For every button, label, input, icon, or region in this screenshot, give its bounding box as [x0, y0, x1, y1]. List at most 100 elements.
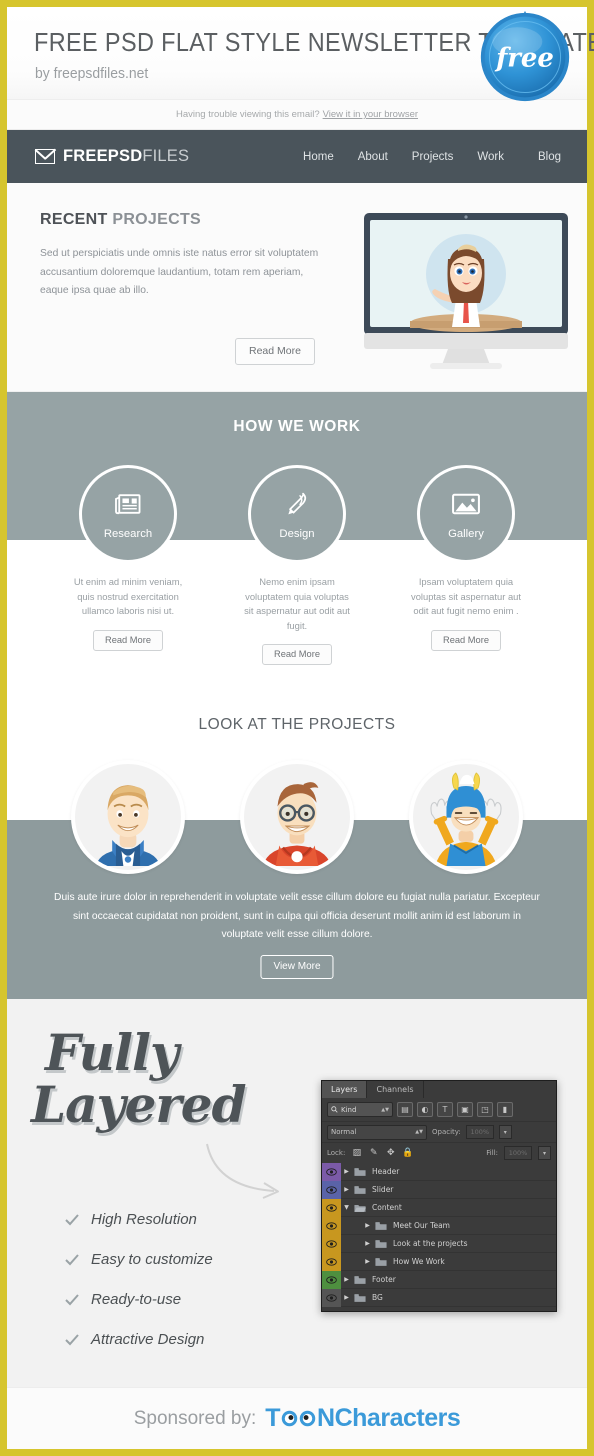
feature-label: Ready-to-use [91, 1290, 182, 1308]
tab-channels[interactable]: Channels [367, 1081, 424, 1098]
filter-kind-select[interactable]: Kind ▲▼ [327, 1102, 393, 1117]
layer-visibility-icon[interactable] [322, 1270, 341, 1289]
fully-layered-line1: Fully [45, 1023, 179, 1082]
free-badge-text: free [494, 44, 554, 74]
table-row[interactable]: ▶ How We Work [322, 1252, 556, 1271]
layer-visibility-icon[interactable] [322, 1162, 341, 1181]
view-in-browser-link[interactable]: View it in your browser [323, 109, 418, 120]
research-read-more-button[interactable]: Read More [93, 629, 163, 651]
red-superhero-glasses-avatar[interactable] [240, 760, 354, 874]
chevron-down-icon[interactable]: ▼ [341, 1204, 352, 1211]
type-layer-filter-icon[interactable]: T [437, 1102, 453, 1117]
check-icon [65, 1213, 79, 1226]
design-read-more-button[interactable]: Read More [262, 644, 332, 665]
nav-item-home[interactable]: Home [303, 151, 334, 163]
search-icon [331, 1106, 338, 1113]
folder-icon [373, 1257, 388, 1267]
smart-object-filter-icon[interactable]: ◳ [477, 1102, 493, 1117]
feature-label: High Resolution [91, 1210, 197, 1228]
newsletter-page: FREE PSD FLAT STYLE NEWSLETTER TEMPLATE … [0, 0, 594, 1456]
chevron-right-icon[interactable]: ▶ [341, 1168, 352, 1175]
opacity-stepper[interactable]: ▾ [498, 1125, 512, 1139]
blue-superhero-avatar[interactable] [71, 760, 185, 874]
filter-toggle-icon[interactable]: ▮ [497, 1102, 513, 1117]
blend-mode-select[interactable]: Normal ▲▼ [327, 1124, 427, 1140]
site-logo[interactable]: FREEPSDFILES [35, 147, 189, 166]
pixel-layer-filter-icon[interactable]: ▤ [397, 1102, 413, 1117]
how-we-work-section: HOW WE WORK Research Ut enim ad minim ve… [7, 392, 587, 687]
nav-item-blog[interactable]: Blog [538, 151, 561, 163]
design-circle[interactable]: Design [248, 465, 346, 563]
feature-item: High Resolution [65, 1199, 213, 1239]
sponsor-logo-t: T [265, 1404, 281, 1432]
layer-name: Footer [372, 1275, 396, 1284]
adjustment-layer-filter-icon[interactable]: ◐ [417, 1102, 433, 1117]
research-circle[interactable]: Research [79, 465, 177, 563]
chevron-right-icon[interactable]: ▶ [341, 1186, 352, 1193]
how-we-work-title: HOW WE WORK [233, 418, 361, 435]
panel-footer [322, 1307, 556, 1311]
folder-icon [352, 1275, 367, 1285]
table-row[interactable]: ▶ Meet Our Team [322, 1216, 556, 1235]
design-desc: Nemo enim ipsam voluptatem quia voluptas… [244, 576, 350, 631]
how-we-work-item-gallery: Gallery Ipsam voluptatem quia voluptas s… [409, 465, 523, 665]
fill-value[interactable]: 100% [504, 1146, 532, 1160]
top-banner: FREE PSD FLAT STYLE NEWSLETTER TEMPLATE … [7, 7, 594, 102]
desktop-monitor-illustration [360, 211, 572, 371]
chevron-right-icon[interactable]: ▶ [341, 1276, 352, 1283]
table-row[interactable]: ▶ BG [322, 1288, 556, 1307]
logo-bold-text: FREEPSD [63, 147, 143, 165]
recent-read-more-button[interactable]: Read More [235, 338, 315, 365]
nav-item-about[interactable]: About [358, 151, 388, 163]
table-row[interactable]: ▶ Header [322, 1162, 556, 1181]
chevron-right-icon[interactable]: ▶ [362, 1222, 373, 1229]
toon-characters-logo[interactable]: T N Characters [265, 1404, 460, 1433]
layer-visibility-icon[interactable] [322, 1252, 341, 1271]
layer-visibility-icon[interactable] [322, 1234, 341, 1253]
gallery-circle[interactable]: Gallery [417, 465, 515, 563]
toon-eyes-icon [281, 1410, 316, 1427]
nav-item-work[interactable]: Work [477, 151, 504, 163]
table-row[interactable]: ▶ Footer [322, 1270, 556, 1289]
main-navigation-bar: FREEPSDFILES Home About Projects Work Bl… [7, 130, 587, 183]
lock-image-pixels-icon[interactable]: ✎ [368, 1148, 379, 1159]
research-label: Research [103, 528, 153, 540]
sponsored-label: Sponsored by: [133, 1407, 257, 1429]
sponsor-logo-n: N [317, 1404, 335, 1432]
layer-visibility-icon[interactable] [322, 1216, 341, 1235]
how-we-work-item-design: Design Nemo enim ipsam voluptatem quia v… [240, 465, 354, 665]
recent-title-light: PROJECTS [112, 211, 201, 228]
table-row[interactable]: ▼ Content [322, 1198, 556, 1217]
opacity-value[interactable]: 100% [465, 1125, 494, 1139]
layer-visibility-icon[interactable] [322, 1180, 341, 1199]
panel-tabs: Layers Channels [322, 1081, 556, 1098]
gallery-read-more-button[interactable]: Read More [431, 629, 501, 651]
layer-visibility-icon[interactable] [322, 1288, 341, 1307]
feature-label: Attractive Design [91, 1330, 205, 1348]
tab-layers[interactable]: Layers [322, 1081, 368, 1098]
blue-yellow-cheering-hero-avatar[interactable] [409, 760, 523, 874]
nav-menu: Home About Projects Work Blog [303, 151, 561, 163]
feature-item: Attractive Design [65, 1319, 213, 1359]
chevron-right-icon[interactable]: ▶ [362, 1258, 373, 1265]
chevron-right-icon[interactable]: ▶ [362, 1240, 373, 1247]
feature-item: Ready-to-use [65, 1279, 213, 1319]
nav-item-projects[interactable]: Projects [412, 151, 454, 163]
lock-position-icon[interactable]: ✥ [385, 1148, 396, 1159]
chevron-updown-icon: ▲▼ [381, 1106, 389, 1113]
shape-layer-filter-icon[interactable]: ▣ [457, 1102, 473, 1117]
chevron-right-icon[interactable]: ▶ [341, 1294, 352, 1301]
lock-all-icon[interactable]: 🔒 [402, 1148, 413, 1159]
lock-transparent-pixels-icon[interactable]: ▨ [351, 1148, 362, 1159]
view-more-button[interactable]: View More [260, 955, 334, 979]
fill-stepper[interactable]: ▾ [538, 1146, 551, 1160]
photoshop-layers-panel[interactable]: Layers Channels Kind ▲▼ ▤ ◐ T ▣ ◳ ▮ Norm… [321, 1080, 557, 1312]
layer-name: How We Work [393, 1257, 445, 1266]
table-row[interactable]: ▶ Look at the projects [322, 1234, 556, 1253]
banner-subtitle: by freepsdfiles.net [35, 65, 149, 82]
layer-visibility-icon[interactable] [322, 1198, 341, 1217]
folder-icon [352, 1293, 367, 1303]
chevron-updown-icon: ▲▼ [415, 1129, 423, 1135]
opacity-label: Opacity: [432, 1128, 461, 1136]
table-row[interactable]: ▶ Slider [322, 1180, 556, 1199]
